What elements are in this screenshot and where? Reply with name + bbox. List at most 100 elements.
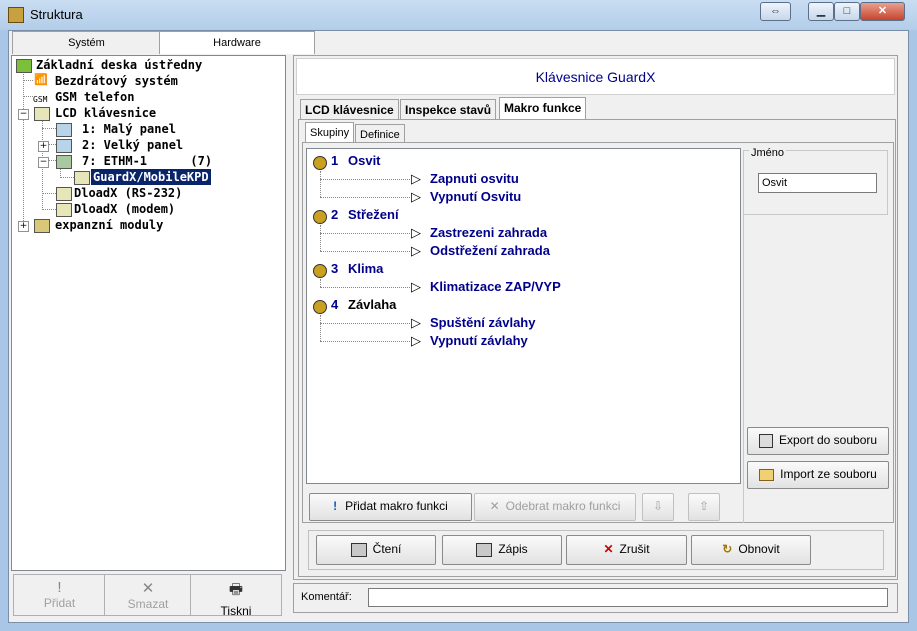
tree-node-gsm[interactable]: GSM telefon (55, 89, 134, 105)
wireless-icon: 📶 (34, 73, 48, 86)
panel-icon (56, 123, 72, 137)
group-icon (313, 156, 327, 170)
panel-icon (56, 139, 72, 153)
macro-item[interactable]: Vypnutí Osvitu (430, 189, 521, 204)
macro-arrow-icon: ▷ (411, 189, 421, 204)
write-button[interactable]: Zápis (442, 535, 562, 565)
export-label: Export do souboru (778, 433, 878, 447)
modules-icon (34, 219, 50, 233)
add-macro-button[interactable]: ! Přidat makro funkci (309, 493, 472, 521)
tree-node-ethm[interactable]: 7: ETHM-1 (7) (82, 153, 212, 169)
refresh-button[interactable]: ↻ Obnovit (691, 535, 811, 565)
move-up-button[interactable]: ⇧ (688, 493, 720, 521)
tab-hardware[interactable]: Hardware (159, 31, 315, 54)
restore-layout-icon[interactable]: ⇔ (760, 2, 791, 21)
import-label: Import ze souboru (780, 467, 877, 481)
tab-system[interactable]: Systém (12, 31, 161, 54)
macro-group-list[interactable]: 1 Osvit ▷ Zapnuti osvitu ▷ Vypnutí Osvit… (306, 148, 741, 484)
cancel-button[interactable]: ✕ Zrušit (566, 535, 687, 565)
name-legend: Jméno (749, 147, 787, 159)
hardware-tree[interactable]: Základní deska ústředny 📶 Bezdrátový sys… (11, 55, 286, 571)
macro-item[interactable]: Klimatizace ZAP/VYP (430, 279, 561, 294)
folder-open-icon (759, 468, 775, 481)
macro-item[interactable]: Odstřežení zahrada (430, 243, 550, 258)
add-button[interactable]: ! Přidat (13, 574, 106, 616)
gsm-icon: GSM (33, 95, 48, 104)
import-button[interactable]: Import ze souboru (747, 461, 889, 489)
close-button[interactable]: ✕ (860, 2, 905, 21)
move-down-button[interactable]: ⇩ (642, 493, 674, 521)
group-number: 4 (331, 297, 339, 312)
subtab-skupiny[interactable]: Skupiny (305, 122, 355, 143)
tree-node-expansion-modules[interactable]: expanzní moduly (55, 217, 163, 233)
macro-arrow-icon: ▷ (411, 225, 421, 240)
group-number: 1 (331, 153, 339, 168)
left-tab-bar: Systém Hardware (8, 31, 315, 54)
comment-input[interactable] (368, 588, 888, 607)
tab-lcd-klavesnice[interactable]: LCD klávesnice (300, 99, 399, 120)
tab-makro-funkce[interactable]: Makro funkce (499, 97, 587, 120)
expand-icon[interactable]: + (38, 141, 49, 152)
x-icon: ✕ (489, 499, 500, 513)
macro-item[interactable]: Zapnuti osvitu (430, 171, 519, 186)
ethm-icon (56, 155, 72, 169)
arrow-down-icon: ⇩ (652, 499, 664, 513)
tree-node-dloadx-rs232[interactable]: DloadX (RS-232) (74, 185, 182, 201)
refresh-icon: ↻ (722, 542, 733, 556)
keypad-icon (74, 171, 90, 185)
delete-button[interactable]: ✕ Smazat (104, 574, 192, 616)
panel-header: Klávesnice GuardX (296, 58, 895, 95)
group-name[interactable]: Osvit (348, 153, 381, 168)
tab-inspekce-stavu[interactable]: Inspekce stavů (400, 99, 497, 120)
group-icon (313, 210, 327, 224)
group-icon (313, 264, 327, 278)
tree-node-guardx[interactable]: GuardX/MobileKPD (91, 169, 211, 185)
minimize-button[interactable]: ▁ (808, 2, 834, 21)
print-button[interactable]: 🖶 Tiskni (190, 574, 282, 618)
macro-arrow-icon: ▷ (411, 333, 421, 348)
print-button-label: Tiskni (220, 604, 252, 618)
group-name[interactable]: Klima (348, 261, 383, 276)
refresh-label: Obnovit (738, 542, 780, 556)
macro-item[interactable]: Zastrezeni zahrada (430, 225, 547, 240)
group-name[interactable]: Závlaha (348, 297, 396, 312)
expand-icon[interactable]: + (18, 221, 29, 232)
tree-node-lcd[interactable]: LCD klávesnice (55, 105, 156, 121)
exclamation-icon: ! (57, 579, 62, 596)
mainboard-icon (16, 59, 32, 73)
tree-node-mainboard[interactable]: Základní deska ústředny (36, 57, 202, 73)
read-button[interactable]: Čtení (316, 535, 436, 565)
export-button[interactable]: Export do souboru (747, 427, 889, 455)
keypad-icon (476, 542, 493, 557)
name-input[interactable] (758, 173, 877, 193)
tree-node-wireless[interactable]: Bezdrátový systém (55, 73, 178, 89)
divider (743, 215, 744, 523)
x-icon: ✕ (603, 542, 614, 556)
delete-button-label: Smazat (127, 597, 169, 611)
collapse-icon[interactable]: − (18, 109, 29, 120)
macro-arrow-icon: ▷ (411, 315, 421, 330)
keypad-icon (56, 187, 72, 201)
collapse-icon[interactable]: − (38, 157, 49, 168)
add-button-label: Přidat (43, 596, 76, 610)
maximize-button[interactable]: □ (834, 2, 860, 21)
keypad-icon (34, 107, 50, 121)
group-number: 3 (331, 261, 339, 276)
tree-node-dloadx-modem[interactable]: DloadX (modem) (74, 201, 175, 217)
group-number: 2 (331, 207, 339, 222)
macro-arrow-icon: ▷ (411, 279, 421, 294)
arrow-up-icon: ⇧ (698, 499, 710, 513)
group-icon (313, 300, 327, 314)
macro-item[interactable]: Vypnutí závlahy (430, 333, 528, 348)
macro-arrow-icon: ▷ (411, 171, 421, 186)
macro-item[interactable]: Spuštění závlahy (430, 315, 535, 330)
tree-node-velky-panel[interactable]: 2: Velký panel (82, 137, 183, 153)
group-name[interactable]: Střežení (348, 207, 399, 222)
window-title: Struktura (30, 7, 83, 22)
remove-macro-button[interactable]: ✕ Odebrat makro funkci (474, 493, 636, 521)
keypad-icon (350, 542, 367, 557)
subtab-definice[interactable]: Definice (355, 124, 405, 143)
read-label: Čtení (372, 542, 402, 556)
tree-node-maly-panel[interactable]: 1: Malý panel (82, 121, 176, 137)
printer-icon: 🖶 (228, 581, 244, 598)
